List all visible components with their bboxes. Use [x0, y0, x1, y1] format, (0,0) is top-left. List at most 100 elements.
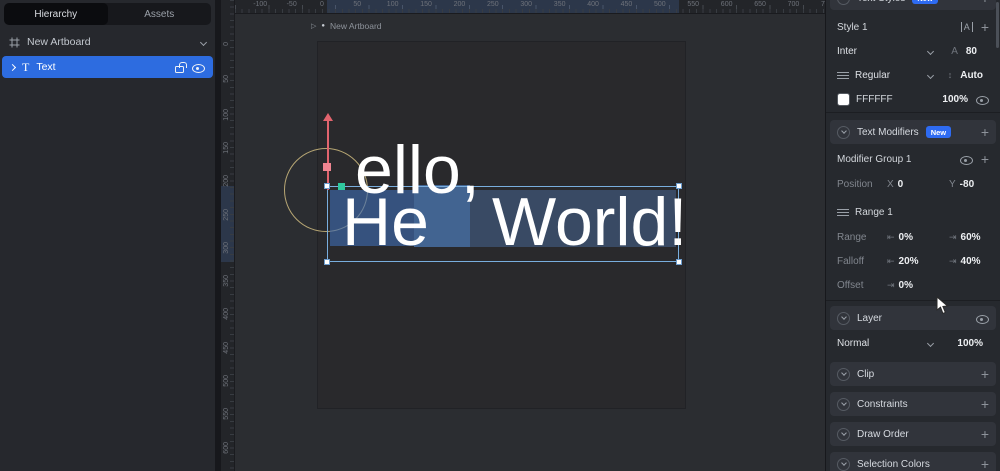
x-axis-label: X: [887, 178, 894, 190]
ruler-label: -100: [253, 1, 268, 8]
collapse-chevron-icon[interactable]: [837, 397, 850, 411]
selection-handle-top-left[interactable]: [324, 183, 330, 189]
range-end-field[interactable]: 60%: [961, 232, 981, 243]
y-axis-gizmo-line[interactable]: [327, 120, 329, 190]
artboard-list-item[interactable]: New Artboard: [0, 31, 215, 53]
ruler-label: 600: [720, 1, 733, 8]
position-label: Position: [837, 178, 873, 190]
range-row: Range ⇤ 0% ⇥ 60%: [830, 226, 996, 248]
add-icon[interactable]: +: [981, 0, 989, 5]
modifier-visibility-eye-icon[interactable]: [959, 153, 973, 166]
add-icon[interactable]: +: [981, 427, 989, 441]
ruler-label: 350: [553, 1, 566, 8]
text-layer-item[interactable]: T Text: [2, 56, 213, 78]
range-end-icon: ⇥: [949, 231, 957, 242]
section-title: Clip: [857, 368, 875, 380]
range-gizmo-handle[interactable]: [338, 183, 345, 190]
new-badge: New: [912, 0, 938, 4]
section-clip[interactable]: Clip +: [830, 362, 996, 386]
falloff-out-field[interactable]: 40%: [961, 256, 981, 267]
collapse-chevron-icon[interactable]: [837, 367, 850, 381]
line-height-field[interactable]: Auto: [960, 70, 983, 81]
visibility-eye-icon[interactable]: [192, 61, 205, 74]
hierarchy-panel: Hierarchy Assets New Artboard T Text: [0, 0, 215, 471]
ruler-label: 100: [386, 1, 399, 8]
offset-field[interactable]: 0%: [899, 280, 913, 291]
range-group-row[interactable]: Range 1: [830, 201, 996, 223]
selection-handle-top-right[interactable]: [676, 183, 682, 189]
line-height-icon: ↕: [947, 70, 953, 80]
ruler-label: 250: [487, 1, 499, 8]
font-row: Inter A 80: [830, 40, 996, 62]
collapse-chevron-icon[interactable]: [837, 125, 850, 139]
offset-row: Offset ⇥ 0%: [830, 274, 996, 296]
ruler-label: 650: [754, 1, 766, 8]
falloff-row: Falloff ⇤ 20% ⇥ 40%: [830, 250, 996, 272]
ruler-label: 150: [223, 141, 230, 154]
artboard-frame-icon: [9, 37, 20, 47]
modifier-group-row[interactable]: Modifier Group 1 +: [830, 148, 996, 170]
selection-handle-bottom-left[interactable]: [324, 259, 330, 265]
blend-mode-dropdown[interactable]: Normal: [837, 338, 935, 349]
add-icon[interactable]: +: [981, 367, 989, 381]
ruler-label: 0: [223, 42, 230, 46]
section-layer[interactable]: Layer: [830, 306, 996, 330]
expand-chevron-icon[interactable]: [8, 63, 17, 71]
canvas-text-right[interactable]: World!: [492, 188, 687, 256]
falloff-out-icon: ⇥: [949, 255, 957, 266]
canvas-text-left[interactable]: He: [342, 188, 429, 256]
font-size-field[interactable]: 80: [966, 46, 977, 57]
position-x-field[interactable]: 0: [898, 179, 904, 190]
font-family-value: Inter: [837, 45, 858, 57]
add-modifier-icon[interactable]: +: [981, 125, 989, 139]
ruler-label: 50: [353, 1, 362, 8]
section-selection-colors[interactable]: Selection Colors +: [830, 452, 996, 471]
font-weight-dropdown[interactable]: Regular: [855, 70, 935, 81]
text-align-icon[interactable]: A: [960, 22, 973, 32]
range-start-field[interactable]: 0%: [899, 232, 913, 243]
layer-opacity-field[interactable]: 100%: [957, 338, 983, 349]
section-text-styles[interactable]: Text Styles New +: [830, 0, 996, 10]
panel-scrollbar-thumb[interactable]: [996, 2, 999, 48]
color-hex-field[interactable]: FFFFFF: [856, 94, 893, 105]
collapse-chevron-icon[interactable]: [837, 457, 850, 471]
fill-visibility-eye-icon[interactable]: [976, 93, 989, 106]
falloff-in-field[interactable]: 20%: [899, 256, 919, 267]
add-icon[interactable]: +: [981, 457, 989, 471]
style-row[interactable]: Style 1 A +: [830, 16, 996, 38]
ruler-label: 600: [223, 441, 230, 454]
tab-assets[interactable]: Assets: [108, 3, 212, 25]
fill-color-row: FFFFFF 100%: [830, 88, 996, 110]
ruler-label: 50: [223, 75, 230, 84]
section-draw-order[interactable]: Draw Order +: [830, 422, 996, 446]
chevron-down-icon[interactable]: [199, 38, 208, 46]
dot-icon: ●: [321, 23, 326, 29]
canvas-viewport[interactable]: ▷ ● New Artboard ello, He World!: [235, 14, 825, 471]
unlock-icon[interactable]: [175, 61, 187, 73]
section-text-modifiers[interactable]: Text Modifiers New +: [830, 120, 996, 144]
color-opacity-field[interactable]: 100%: [942, 94, 968, 105]
mouse-cursor: [936, 296, 949, 315]
add-icon[interactable]: +: [981, 397, 989, 411]
section-title: Text Modifiers: [857, 126, 919, 138]
range-group-name: Range 1: [855, 206, 893, 218]
artboard-title[interactable]: ▷ ● New Artboard: [311, 21, 382, 31]
position-y-field[interactable]: -80: [960, 179, 974, 190]
font-family-dropdown[interactable]: Inter: [837, 45, 935, 57]
y-axis-gizmo-arrowhead: [323, 113, 333, 121]
properties-panel: Text Styles New + Style 1 A + Inter A 80…: [825, 0, 1000, 471]
position-gizmo-handle[interactable]: [323, 163, 331, 171]
section-constraints[interactable]: Constraints +: [830, 392, 996, 416]
color-swatch[interactable]: [837, 92, 850, 106]
add-icon[interactable]: +: [981, 152, 989, 166]
ruler-label: 250: [223, 208, 230, 221]
tab-hierarchy[interactable]: Hierarchy: [4, 3, 108, 25]
layer-visibility-eye-icon[interactable]: [976, 312, 989, 325]
collapse-chevron-icon[interactable]: [837, 0, 850, 5]
play-icon[interactable]: ▷: [311, 22, 316, 30]
collapse-chevron-icon[interactable]: [837, 427, 850, 441]
add-style-icon[interactable]: +: [981, 20, 989, 34]
selection-handle-bottom-right[interactable]: [676, 259, 682, 265]
artboard-title-label: New Artboard: [330, 21, 382, 31]
collapse-chevron-icon[interactable]: [837, 311, 850, 325]
